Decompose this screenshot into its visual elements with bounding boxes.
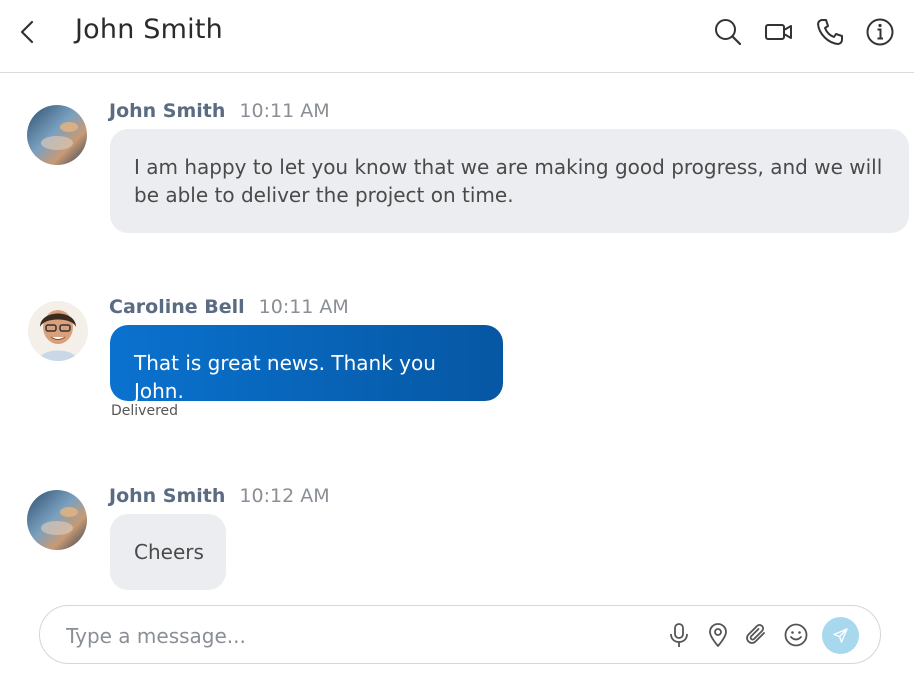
avatar-photo [27, 490, 87, 550]
sender-name: John Smith [109, 485, 226, 507]
message-bubble[interactable]: I am happy to let you know that we are m… [110, 129, 909, 233]
avatar[interactable] [27, 105, 87, 165]
message-time: 10:11 AM [239, 100, 330, 122]
voice-message-button[interactable] [666, 622, 692, 648]
location-pin-icon [709, 623, 727, 647]
search-icon [715, 19, 742, 46]
message-text: Cheers [134, 540, 204, 564]
chevron-left-icon [20, 20, 34, 44]
message-text-line: be able to deliver the project on time. [134, 183, 514, 207]
avatar[interactable] [27, 490, 87, 550]
chat-header: John Smith [0, 0, 914, 73]
voice-call-button[interactable] [814, 16, 846, 48]
emoji-icon [784, 623, 808, 647]
paperclip-icon [746, 623, 765, 644]
emoji-button[interactable] [783, 622, 809, 648]
message-text-line: I am happy to let you know that we are m… [134, 155, 883, 179]
message-meta: John Smith 10:12 AM [109, 485, 330, 508]
message-input[interactable] [64, 620, 628, 652]
video-call-icon [765, 24, 792, 40]
message-text: That is great news. Thank you John. [134, 351, 436, 403]
microphone-icon [670, 623, 688, 647]
share-location-button[interactable] [705, 622, 731, 648]
phone-icon [817, 19, 843, 45]
sender-name: John Smith [109, 100, 226, 122]
message-meta: Caroline Bell 10:11 AM [109, 296, 349, 319]
attach-file-button[interactable] [744, 622, 770, 648]
avatar[interactable] [28, 301, 88, 361]
avatar-photo [28, 301, 88, 361]
conversation-title: John Smith [75, 14, 223, 45]
sender-name: Caroline Bell [109, 296, 245, 318]
message-composer [39, 605, 881, 664]
message-bubble[interactable]: That is great news. Thank you John. [110, 325, 503, 403]
message-time: 10:11 AM [258, 296, 349, 318]
back-button[interactable] [14, 17, 42, 47]
info-button[interactable] [864, 16, 896, 48]
message-meta: John Smith 10:11 AM [109, 100, 330, 123]
message-bubble[interactable]: Cheers [110, 514, 226, 590]
video-call-button[interactable] [763, 16, 795, 48]
info-icon [866, 18, 894, 46]
delivery-status: Delivered [111, 403, 179, 419]
search-button[interactable] [712, 16, 744, 48]
send-icon [833, 628, 848, 643]
avatar-photo [27, 105, 87, 165]
send-button[interactable] [822, 617, 859, 654]
message-time: 10:12 AM [239, 485, 330, 507]
